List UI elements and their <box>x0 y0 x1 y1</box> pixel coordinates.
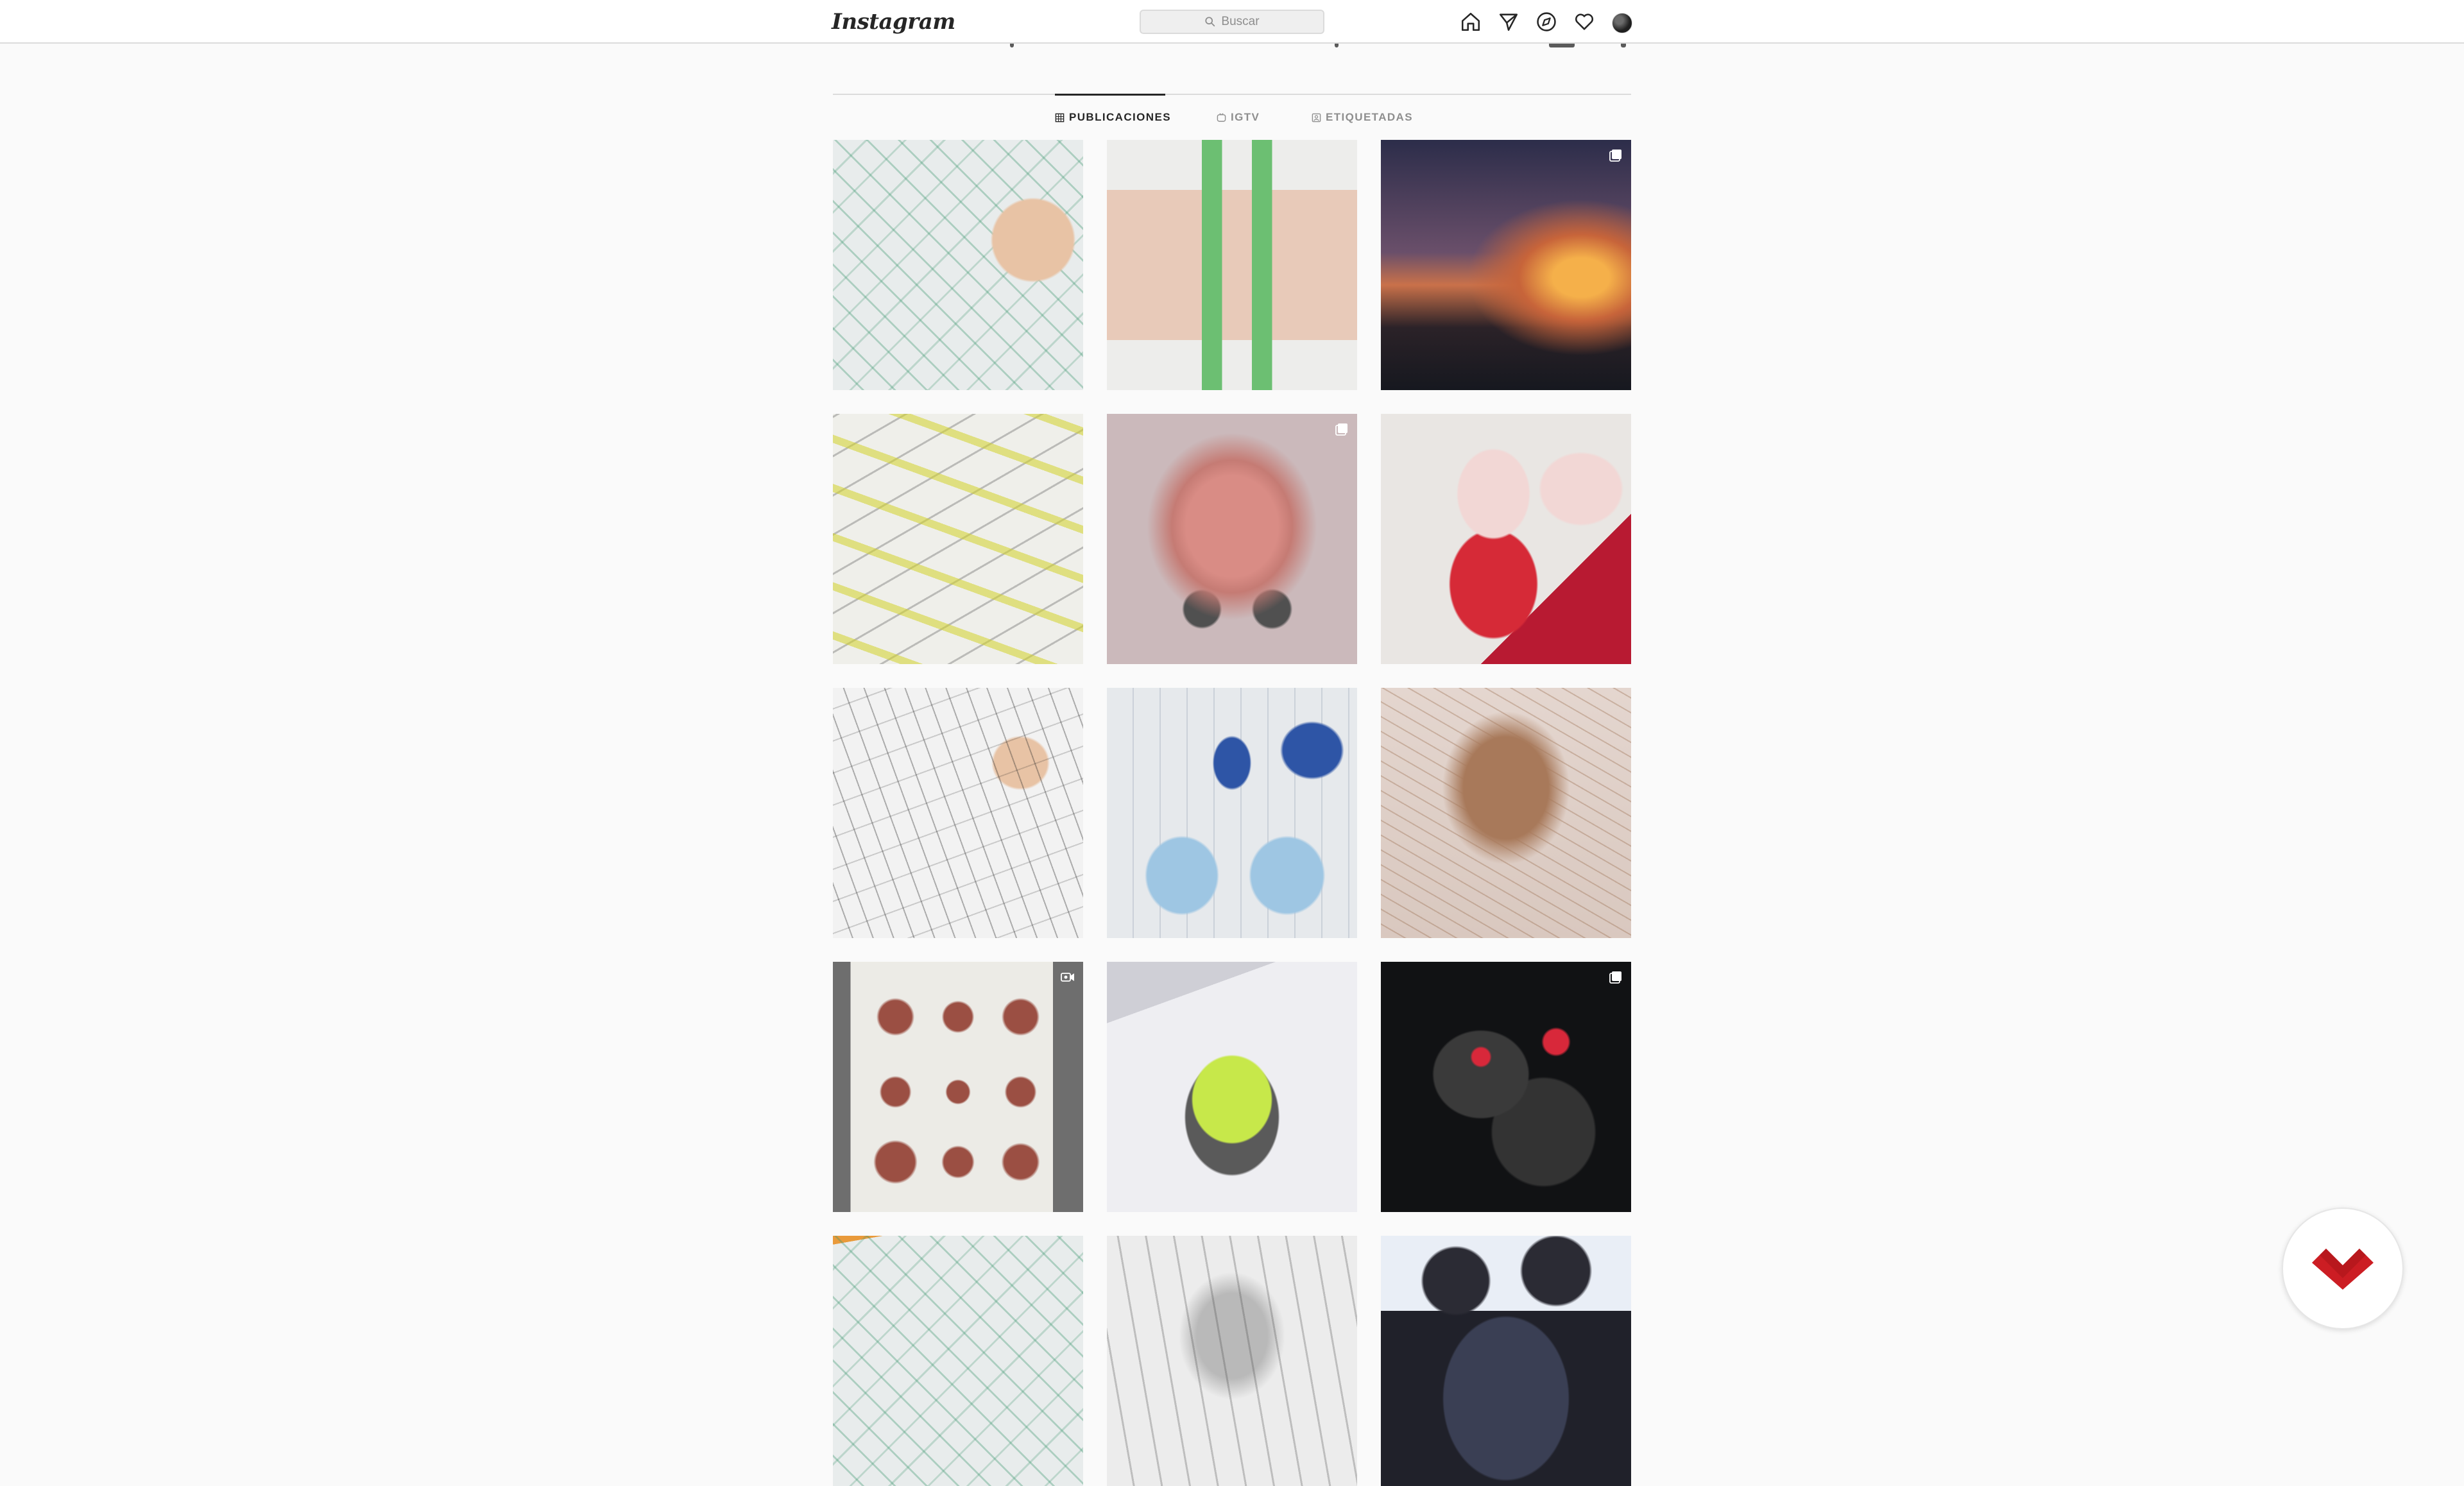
carousel-icon <box>1608 969 1623 985</box>
tab-label: IGTV <box>1231 111 1260 123</box>
tab-publicaciones[interactable]: PUBLICACIONES <box>1055 109 1171 126</box>
igtv-icon <box>1217 112 1226 122</box>
post-tile[interactable] <box>1381 688 1631 938</box>
explore-icon[interactable] <box>1535 10 1558 33</box>
post-tile[interactable] <box>1107 1236 1357 1486</box>
nav-icons <box>1459 10 1634 33</box>
video-icon <box>1060 969 1075 985</box>
post-tile[interactable] <box>833 1236 1083 1486</box>
tabs-divider <box>833 94 1631 95</box>
tab-etiquetadas[interactable]: ETIQUETADAS <box>1312 109 1413 126</box>
post-tile[interactable] <box>833 414 1083 664</box>
grid-icon <box>1055 113 1065 122</box>
activity-icon[interactable] <box>1573 10 1596 33</box>
post-tile[interactable] <box>1381 1236 1631 1486</box>
tab-igtv[interactable]: IGTV <box>1217 109 1260 126</box>
active-tab-indicator <box>1055 94 1165 96</box>
post-tile[interactable] <box>1107 688 1357 938</box>
profile-bio-clipped <box>832 44 1632 50</box>
instagram-logo[interactable]: Instagram <box>832 8 955 36</box>
tab-label: PUBLICACIONES <box>1069 111 1171 123</box>
post-tile[interactable] <box>833 688 1083 938</box>
post-tile[interactable] <box>1381 414 1631 664</box>
search-placeholder: Buscar <box>1221 15 1260 28</box>
profile-avatar[interactable] <box>1611 10 1634 33</box>
search-input[interactable]: Buscar <box>1140 10 1324 34</box>
post-tile[interactable] <box>1107 140 1357 390</box>
tab-label: ETIQUETADAS <box>1326 111 1413 123</box>
post-tile[interactable] <box>1381 140 1631 390</box>
post-tile[interactable] <box>1107 414 1357 664</box>
carousel-icon <box>1608 148 1623 163</box>
post-tile[interactable] <box>833 962 1083 1212</box>
search-icon <box>1205 17 1215 27</box>
tagged-icon <box>1312 113 1321 122</box>
post-tile[interactable] <box>833 140 1083 390</box>
brand-logo-icon <box>2312 1249 2374 1290</box>
carousel-icon <box>1334 422 1349 437</box>
direct-icon[interactable] <box>1497 10 1520 33</box>
home-icon[interactable] <box>1459 10 1482 33</box>
post-tile[interactable] <box>1107 962 1357 1212</box>
avatar <box>1612 12 1632 33</box>
top-nav-bar: Instagram Buscar <box>0 0 2464 44</box>
post-tile[interactable] <box>1381 962 1631 1212</box>
posts-grid <box>833 140 1631 1486</box>
floating-chat-widget[interactable] <box>2282 1208 2404 1329</box>
